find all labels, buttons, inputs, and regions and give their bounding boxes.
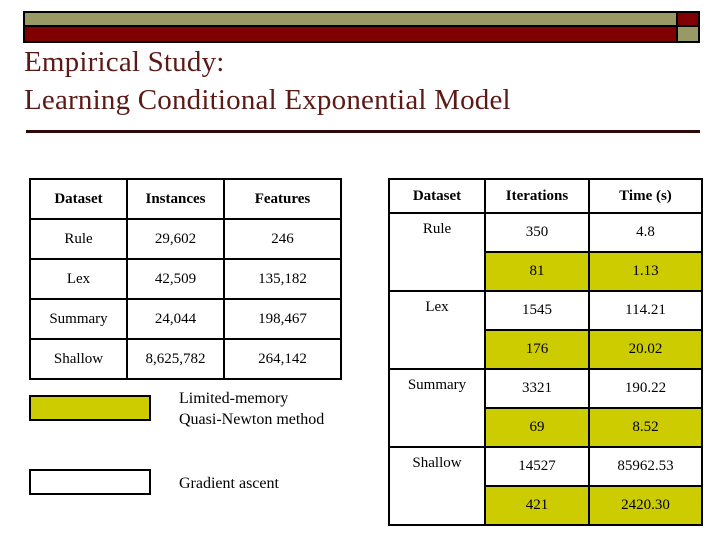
cell-time-gradient: 4.8 [588, 212, 703, 253]
table-row: Shallow 14527 85962.53 [388, 446, 703, 526]
column-header-features: Features [223, 178, 342, 220]
header-band-bottom-cap [678, 27, 700, 41]
page-title-line-1: Empirical Study: [24, 46, 225, 78]
legend-label-lbfgs-line-1: Limited-memory [179, 390, 289, 407]
cell-time-gradient: 114.21 [588, 290, 703, 331]
cell-time-lbfgs: 20.02 [588, 329, 703, 370]
column-header-dataset: Dataset [388, 178, 486, 214]
header-band-bottom-row [23, 27, 700, 43]
cell-time-lbfgs: 1.13 [588, 251, 703, 292]
legend-label-gradient: Gradient ascent [179, 474, 279, 495]
cell-iterations-gradient: 14527 [484, 446, 590, 487]
page-title-line-2: Learning Conditional Exponential Model [24, 84, 511, 117]
cell-features: 264,142 [223, 338, 342, 380]
legend-swatch-gradient [29, 469, 151, 495]
cell-iterations-gradient: 1545 [484, 290, 590, 331]
cell-dataset-name: Shallow [388, 446, 486, 526]
results-table-container: Dataset Iterations Time (s) Rule 350 4.8… [388, 178, 703, 526]
cell-instances: 29,602 [126, 218, 225, 260]
cell-dataset-name: Lex [388, 290, 486, 370]
cell-dataset-name: Shallow [29, 338, 128, 380]
cell-iterations-lbfgs: 81 [484, 251, 590, 292]
cell-iterations-lbfgs: 421 [484, 485, 590, 526]
title-underline-rule [26, 130, 700, 133]
column-header-dataset: Dataset [29, 178, 128, 220]
header-band-left-edge [23, 11, 25, 41]
cell-features: 246 [223, 218, 342, 260]
results-table: Dataset Iterations Time (s) Rule 350 4.8… [388, 178, 703, 526]
cell-dataset-name: Summary [29, 298, 128, 340]
cell-dataset-name: Summary [388, 368, 486, 448]
header-band-right-edge [698, 11, 700, 41]
table-row: Lex 42,509 135,182 [29, 258, 342, 300]
cell-features: 198,467 [223, 298, 342, 340]
dataset-statistics-table-container: Dataset Instances Features Rule 29,602 2… [29, 178, 342, 380]
column-header-instances: Instances [126, 178, 225, 220]
table-header-row: Dataset Instances Features [29, 178, 342, 220]
table-row: Summary 24,044 198,467 [29, 298, 342, 340]
cell-instances: 42,509 [126, 258, 225, 300]
slide-header-band [23, 11, 700, 43]
header-band-cap-divider [676, 11, 678, 41]
dataset-statistics-table: Dataset Instances Features Rule 29,602 2… [29, 178, 342, 380]
cell-time-gradient: 190.22 [588, 368, 703, 409]
cell-iterations-gradient: 3321 [484, 368, 590, 409]
table-row: Summary 3321 190.22 [388, 368, 703, 448]
cell-dataset-name: Rule [29, 218, 128, 260]
cell-dataset-name: Lex [29, 258, 128, 300]
table-row: Lex 1545 114.21 [388, 290, 703, 370]
cell-time-lbfgs: 2420.30 [588, 485, 703, 526]
legend-label-lbfgs-line-2: Quasi-Newton method [179, 410, 325, 428]
page-title: Empirical Study: Learning Conditional Ex… [24, 43, 704, 120]
cell-dataset-name: Rule [388, 212, 486, 292]
legend-swatch-lbfgs [29, 395, 151, 421]
cell-instances: 8,625,782 [126, 338, 225, 380]
legend-label-lbfgs: Limited-memory Quasi-Newton method [179, 389, 324, 431]
cell-time-gradient: 85962.53 [588, 446, 703, 487]
header-band-bottom-main [23, 27, 678, 41]
table-row: Rule 29,602 246 [29, 218, 342, 260]
column-header-time: Time (s) [588, 178, 703, 214]
cell-iterations-lbfgs: 69 [484, 407, 590, 448]
cell-time-lbfgs: 8.52 [588, 407, 703, 448]
table-row: Rule 350 4.8 [388, 212, 703, 292]
cell-iterations-gradient: 350 [484, 212, 590, 253]
cell-features: 135,182 [223, 258, 342, 300]
table-header-row: Dataset Iterations Time (s) [388, 178, 703, 214]
column-header-iterations: Iterations [484, 178, 590, 214]
legend-label-gradient-line-1: Gradient ascent [179, 475, 279, 492]
cell-instances: 24,044 [126, 298, 225, 340]
table-row: Shallow 8,625,782 264,142 [29, 338, 342, 380]
cell-iterations-lbfgs: 176 [484, 329, 590, 370]
